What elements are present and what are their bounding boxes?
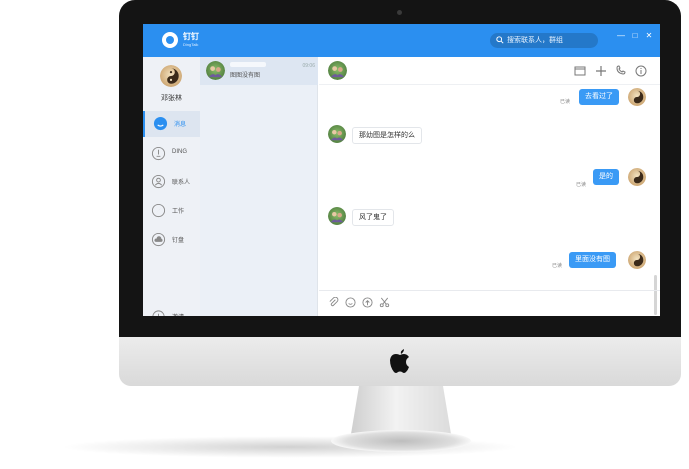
sidebar-item-label: 工作 — [172, 209, 185, 215]
conversation-list: 图图没有图 09:06 — [200, 57, 318, 316]
group-avatar — [206, 61, 225, 80]
dingtalk-window: 钉钉 DingTalk 搜索联系人，群组 — □ ✕ 邓张林 消息 DING 联… — [143, 24, 660, 316]
dingtalk-logo-icon — [162, 32, 178, 48]
app-subtitle: DingTalk — [183, 42, 199, 47]
message-bubble-in[interactable]: 那幼图是怎样的么 — [352, 127, 422, 144]
chat-avatar — [328, 61, 347, 80]
cloud-upload-icon[interactable] — [362, 297, 373, 308]
title-bar: 钉钉 DingTalk 搜索联系人，群组 — □ ✕ — [143, 24, 660, 57]
my-avatar — [628, 88, 646, 106]
app-name: 钉钉 — [183, 32, 199, 41]
camera-dot — [397, 10, 402, 15]
contact-avatar — [328, 207, 346, 225]
sidebar-item-work[interactable]: 工作 — [143, 198, 200, 224]
imac-monitor: 钉钉 DingTalk 搜索联系人，群组 — □ ✕ 邓张林 消息 DING 联… — [119, 0, 681, 452]
sidebar-item-invite[interactable]: 邀请 — [143, 304, 200, 316]
read-status: 已读 — [576, 182, 587, 188]
close-button[interactable]: ✕ — [644, 31, 654, 41]
read-status: 已读 — [560, 99, 571, 105]
conversation-preview: 图图没有图 — [230, 73, 261, 79]
my-avatar — [628, 251, 646, 269]
monitor-stand-foot — [331, 430, 471, 452]
search-input[interactable]: 搜索联系人，群组 — [490, 33, 598, 48]
read-status: 已读 — [552, 263, 563, 269]
contact-avatar — [328, 125, 346, 143]
monitor-bezel: 钉钉 DingTalk 搜索联系人，群组 — □ ✕ 邓张林 消息 DING 联… — [119, 0, 681, 337]
sidebar-item-label: DING — [172, 149, 187, 155]
ding-bell-icon — [151, 146, 166, 161]
sidebar-item-label: 联系人 — [172, 180, 191, 186]
sidebar-item-label: 钉盘 — [172, 238, 185, 244]
monitor-stand-neck — [351, 386, 451, 434]
sidebar-item-label: 邀请 — [172, 312, 184, 316]
emoji-icon[interactable] — [345, 297, 356, 308]
sidebar-item-ding[interactable]: DING — [143, 141, 200, 167]
maximize-button[interactable]: □ — [630, 31, 640, 41]
scissors-icon[interactable] — [379, 297, 390, 308]
sidebar-item-messages[interactable]: 消息 — [143, 111, 200, 137]
user-name: 邓张林 — [161, 95, 182, 102]
apple-logo-icon — [390, 349, 409, 373]
invite-icon — [152, 310, 165, 316]
message-list: 已读 去看过了 那幼图是怎样的么 已读 是的 风了鬼了 已读 里面没有图 — [319, 85, 660, 315]
sidebar-item-label: 消息 — [174, 122, 187, 128]
message-bubble-in[interactable]: 风了鬼了 — [352, 209, 394, 226]
work-compass-icon — [151, 203, 166, 218]
call-icon[interactable] — [615, 65, 627, 77]
message-bubble-out[interactable]: 是的 — [593, 169, 619, 185]
chat-panel: 已读 去看过了 那幼图是怎样的么 已读 是的 风了鬼了 已读 里面没有图 — [319, 57, 660, 316]
message-bubble-out[interactable]: 里面没有图 — [569, 252, 616, 268]
sidebar-item-drive[interactable]: 钉盘 — [143, 227, 200, 253]
window-icon[interactable] — [574, 65, 586, 77]
search-placeholder: 搜索联系人，群组 — [507, 37, 563, 44]
conversation-time: 09:06 — [302, 63, 315, 69]
list-item[interactable]: 图图没有图 09:06 — [200, 57, 318, 85]
chat-header — [319, 57, 660, 85]
message-bubble-out[interactable]: 去看过了 — [579, 89, 619, 105]
search-icon — [496, 36, 504, 44]
contacts-icon — [151, 174, 166, 189]
my-avatar — [628, 168, 646, 186]
attachment-icon[interactable] — [328, 297, 339, 308]
input-toolbar — [319, 290, 660, 316]
chat-bubble-icon — [153, 116, 168, 131]
conversation-name-redacted — [230, 62, 266, 67]
sidebar-nav: 邓张林 消息 DING 联系人 工作 钉盘 — [143, 57, 200, 316]
sidebar-item-contacts[interactable]: 联系人 — [143, 169, 200, 195]
info-icon[interactable] — [635, 65, 647, 77]
user-avatar[interactable] — [160, 65, 182, 87]
cloud-drive-icon — [151, 232, 166, 247]
monitor-chin — [119, 337, 681, 386]
add-icon[interactable] — [595, 65, 607, 77]
minimize-button[interactable]: — — [616, 31, 626, 41]
